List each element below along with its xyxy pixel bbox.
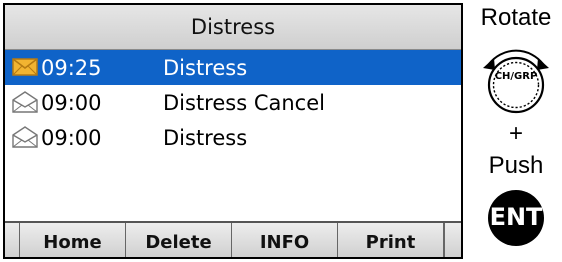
- rotate-label: Rotate: [480, 4, 552, 31]
- push-label: Push: [488, 152, 544, 179]
- ent-button[interactable]: ENT: [487, 189, 545, 247]
- screen-title: Distress: [5, 5, 461, 50]
- ch-grp-knob[interactable]: CH/GRP: [475, 38, 557, 120]
- radio-display: Distress 09:25 Distress 09:00 Distress C…: [3, 3, 463, 259]
- message-type: Distress: [163, 125, 248, 150]
- home-softkey[interactable]: Home: [20, 223, 126, 257]
- print-softkey[interactable]: Print: [338, 223, 444, 257]
- message-row[interactable]: 09:00 Distress: [5, 120, 461, 155]
- message-time: 09:00: [41, 125, 102, 150]
- plus-sign: +: [508, 120, 523, 147]
- softkey-edge-right: [444, 223, 457, 257]
- info-softkey[interactable]: INFO: [232, 223, 338, 257]
- message-row[interactable]: 09:00 Distress Cancel: [5, 85, 461, 120]
- hardware-controls: Rotate CH/GRP + Push ENT: [470, 0, 562, 262]
- softkey-edge-left: [5, 223, 20, 257]
- delete-softkey[interactable]: Delete: [126, 223, 232, 257]
- message-time: 09:25: [41, 55, 102, 80]
- envelope-open-icon: [12, 126, 38, 148]
- ent-label: ENT: [489, 203, 543, 231]
- envelope-open-icon: [12, 91, 38, 113]
- knob-label: CH/GRP: [494, 71, 538, 82]
- message-list: 09:25 Distress 09:00 Distress Cancel 09:…: [5, 50, 461, 155]
- message-type: Distress Cancel: [163, 90, 325, 115]
- message-time: 09:00: [41, 90, 102, 115]
- message-row[interactable]: 09:25 Distress: [5, 50, 461, 85]
- softkey-bar: Home Delete INFO Print: [5, 221, 461, 257]
- message-type: Distress: [163, 55, 248, 80]
- envelope-closed-icon: [12, 58, 38, 76]
